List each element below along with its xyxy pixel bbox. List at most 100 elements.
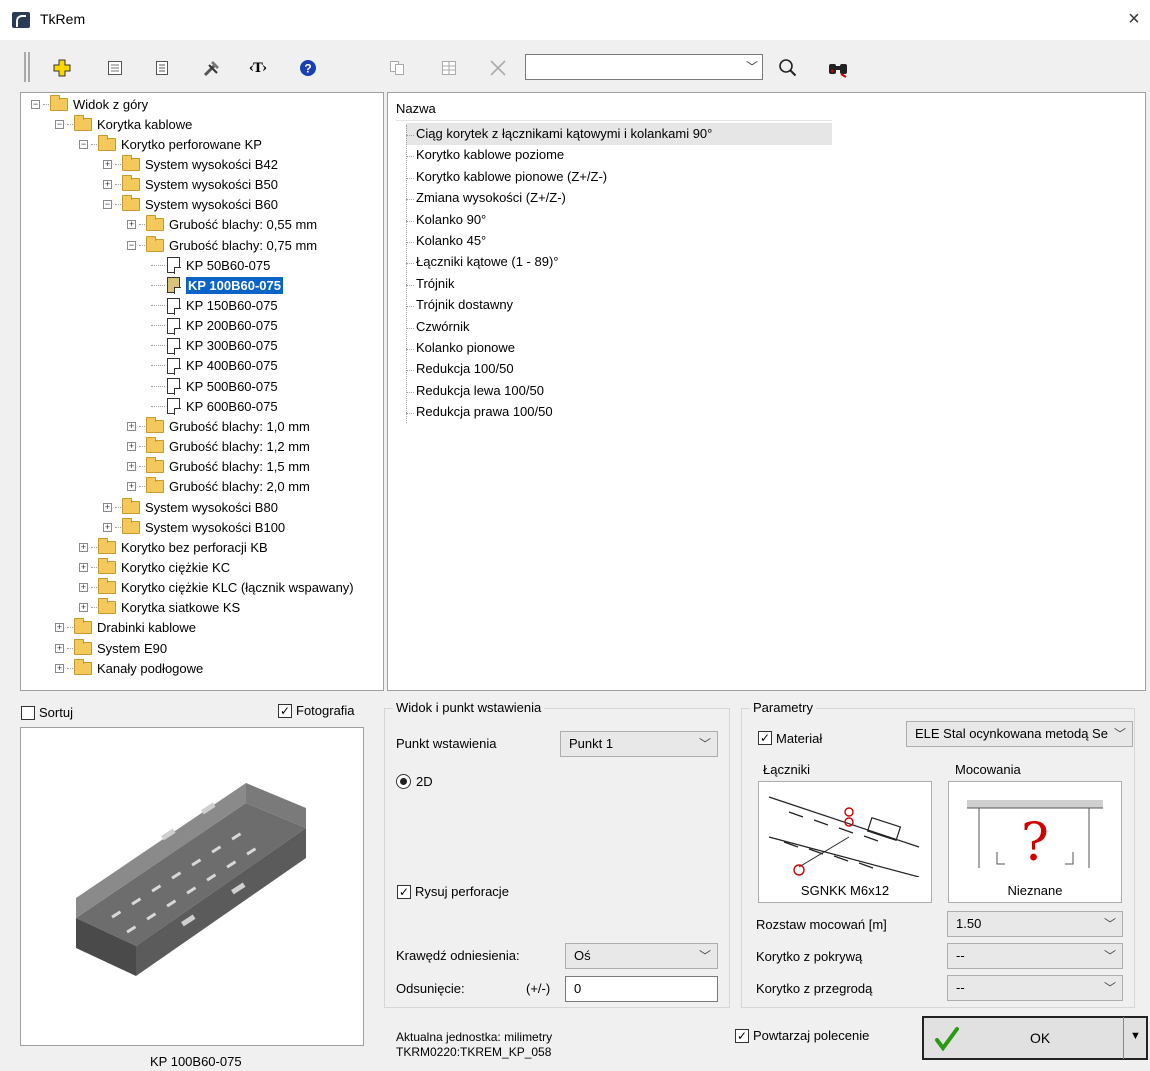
tree-folder-item[interactable]: + Korytko ciężkie KC [79, 557, 230, 577]
item-list-panel[interactable]: Nazwa Ciąg korytek z łącznikami kątowymi… [387, 92, 1146, 691]
binoculars-icon[interactable] [826, 56, 850, 80]
tree-folder-item[interactable]: + System wysokości B42 [103, 154, 278, 174]
tree-folder-item[interactable]: + System wysokości B80 [103, 497, 278, 517]
search-icon[interactable] [776, 56, 800, 80]
tree-leaf-item[interactable]: KP 500B60-075 [151, 376, 278, 396]
list-item[interactable]: Łączniki kątowe (1 - 89)° [416, 254, 558, 274]
material-checkbox[interactable]: ✓ [758, 731, 772, 745]
expand-icon[interactable]: + [103, 502, 112, 512]
list-item[interactable]: Kolanko 90° [416, 212, 486, 232]
list-icon[interactable] [150, 56, 174, 80]
cover-select[interactable]: -- ﹀ [947, 943, 1123, 969]
expand-icon[interactable]: + [127, 442, 136, 452]
delete-icon[interactable] [486, 56, 510, 80]
table-icon[interactable] [437, 56, 461, 80]
tree-leaf-item[interactable]: KP 300B60-075 [151, 336, 278, 356]
list-item[interactable]: Trójnik dostawny [416, 297, 513, 317]
expand-icon[interactable]: + [55, 623, 64, 633]
list-item[interactable]: Ciąg korytek z łącznikami kątowymi i kol… [416, 126, 712, 146]
toolbar-grip[interactable] [24, 52, 30, 82]
tree-leaf-item[interactable]: KP 200B60-075 [151, 316, 278, 336]
tree-leaf-item[interactable]: KP 50B60-075 [151, 255, 270, 275]
list-column-header[interactable]: Nazwa [396, 101, 832, 121]
mounting-button[interactable]: ? Nieznane [948, 781, 1122, 903]
list-item[interactable]: Redukcja prawa 100/50 [416, 404, 553, 424]
list-item[interactable]: Kolanko 45° [416, 233, 486, 253]
repeat-checkbox[interactable]: ✓ [735, 1029, 749, 1043]
tree-leaf-item[interactable]: KP 400B60-075 [151, 356, 278, 376]
tree-folder-item[interactable]: + Grubość blachy: 2,0 mm [127, 477, 310, 497]
tree-item-label: Korytko perforowane KP [121, 136, 262, 152]
list-connector [406, 135, 414, 136]
tree-folder-item[interactable]: − Widok z góry [31, 94, 148, 114]
collapse-icon[interactable]: − [127, 240, 136, 250]
collapse-icon[interactable]: − [79, 139, 88, 149]
add-icon[interactable] [50, 56, 74, 80]
expand-icon[interactable]: + [79, 562, 88, 572]
expand-icon[interactable]: + [127, 421, 136, 431]
grid-icon[interactable] [103, 56, 127, 80]
sort-checkbox[interactable] [21, 706, 35, 720]
expand-icon[interactable]: + [79, 542, 88, 552]
draw-perforations-checkbox[interactable]: ✓ [397, 885, 411, 899]
search-combobox[interactable]: ﹀ [525, 54, 763, 80]
list-item[interactable]: Kolanko pionowe [416, 340, 515, 360]
list-item[interactable]: Korytko kablowe poziome [416, 147, 564, 167]
expand-icon[interactable]: + [103, 180, 112, 190]
tree-folder-item[interactable]: + System E90 [55, 638, 167, 658]
tree-leaf-item[interactable]: KP 600B60-075 [151, 396, 278, 416]
tools-icon[interactable] [200, 56, 224, 80]
connector-button[interactable]: SGNKK M6x12 [758, 781, 932, 903]
tree-folder-item[interactable]: + Korytko ciężkie KLC (łącznik wspawany) [79, 578, 354, 598]
offset-input[interactable]: 0 [565, 976, 718, 1002]
tree-panel[interactable]: − Widok z góry − Korytka kablowe − Korytko pe… [20, 92, 384, 691]
expand-icon[interactable]: + [55, 643, 64, 653]
tree-folder-item[interactable]: + Grubość blachy: 1,0 mm [127, 416, 310, 436]
tree-folder-item[interactable]: + Grubość blachy: 1,2 mm [127, 437, 310, 457]
expand-icon[interactable]: + [79, 583, 88, 593]
text-tag-icon[interactable]: ‹T› [246, 56, 270, 80]
list-item[interactable]: Redukcja 100/50 [416, 361, 514, 381]
tree-folder-item[interactable]: + Korytko bez perforacji KB [79, 537, 268, 557]
expand-icon[interactable]: + [127, 220, 136, 230]
tree-folder-item[interactable]: + Grubość blachy: 1,5 mm [127, 457, 310, 477]
list-item[interactable]: Korytko kablowe pionowe (Z+/Z-) [416, 169, 607, 189]
tree-folder-item[interactable]: − Korytka kablowe [55, 114, 192, 134]
expand-icon[interactable]: + [127, 462, 136, 472]
list-item[interactable]: Redukcja lewa 100/50 [416, 383, 544, 403]
radio-2d[interactable] [396, 774, 411, 789]
expand-icon[interactable]: + [79, 603, 88, 613]
tree-folder-item[interactable]: + Korytka siatkowe KS [79, 598, 240, 618]
help-icon[interactable]: ? [296, 56, 320, 80]
close-button[interactable]: × [1121, 8, 1147, 32]
expand-icon[interactable]: + [55, 663, 64, 673]
tree-folder-item[interactable]: + Grubość blachy: 0,55 mm [127, 215, 317, 235]
collapse-icon[interactable]: − [103, 200, 112, 210]
tree-folder-item[interactable]: + System wysokości B100 [103, 517, 285, 537]
photo-checkbox[interactable]: ✓ [278, 704, 292, 718]
tree-folder-item[interactable]: − Grubość blachy: 0,75 mm [127, 235, 317, 255]
list-item[interactable]: Zmiana wysokości (Z+/Z-) [416, 190, 566, 210]
ok-dropdown-arrow-icon[interactable]: ▼ [1123, 1017, 1147, 1059]
insert-point-select[interactable]: Punkt 1 ﹀ [560, 731, 718, 757]
tree-leaf-item[interactable]: KP 100B60-075 [151, 275, 283, 295]
list-item[interactable]: Czwórnik [416, 319, 469, 339]
tree-folder-item[interactable]: + Kanały podłogowe [55, 658, 203, 678]
material-select[interactable]: ELE Stal ocynkowana metodą Se ﹀ [906, 721, 1133, 747]
partition-select[interactable]: -- ﹀ [947, 975, 1123, 1001]
tree-folder-item[interactable]: − Korytko perforowane KP [79, 134, 262, 154]
collapse-icon[interactable]: − [55, 119, 64, 129]
expand-icon[interactable]: + [103, 522, 112, 532]
expand-icon[interactable]: + [127, 482, 136, 492]
spacing-select[interactable]: 1.50 ﹀ [947, 911, 1123, 937]
tree-folder-item[interactable]: + System wysokości B50 [103, 175, 278, 195]
ref-edge-select[interactable]: Oś ﹀ [565, 943, 718, 969]
ok-button[interactable]: OK [922, 1016, 1148, 1060]
collapse-icon[interactable]: − [31, 99, 40, 109]
list-item[interactable]: Trójnik [416, 276, 455, 296]
tree-leaf-item[interactable]: KP 150B60-075 [151, 296, 278, 316]
tree-folder-item[interactable]: − System wysokości B60 [103, 195, 278, 215]
copy-icon[interactable] [385, 56, 409, 80]
tree-folder-item[interactable]: + Drabinki kablowe [55, 618, 196, 638]
expand-icon[interactable]: + [103, 159, 112, 169]
